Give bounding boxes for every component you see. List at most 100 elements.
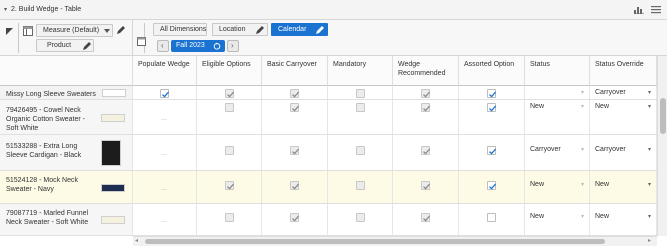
column-header[interactable]: Status (525, 56, 590, 86)
dropdown-arrow-icon[interactable]: ▾ (581, 89, 584, 96)
checkbox[interactable] (160, 89, 170, 98)
status-override-select[interactable]: Carryover (595, 146, 626, 153)
check-icon (292, 91, 300, 98)
column-header[interactable]: Mandatory (328, 56, 393, 86)
grid-cell: Carryover ▾ (590, 135, 657, 170)
grid-cell (328, 86, 393, 99)
product-label: Product (47, 42, 72, 49)
checkbox (224, 146, 234, 155)
vertical-scroll-thumb[interactable] (660, 98, 666, 134)
empty-value-dash: ... (161, 114, 167, 122)
checkbox (224, 103, 234, 112)
all-dimensions-tile[interactable]: All Dimensions (153, 23, 207, 36)
column-header-label: Wedge Recommended (398, 61, 446, 77)
dropdown-arrow-icon[interactable]: ▾ (581, 213, 584, 220)
check-icon (423, 105, 431, 112)
row-header-cell: 51524128 - Mock Neck Sweater - Navy (0, 171, 133, 203)
location-label: Location (219, 26, 246, 33)
location-dimension-tile[interactable]: Location (212, 23, 268, 36)
grid-cell (262, 100, 328, 134)
dropdown-arrow-icon[interactable]: ▾ (648, 146, 651, 153)
dropdown-arrow-icon[interactable]: ▾ (648, 103, 651, 110)
column-header-label: Mandatory (333, 61, 367, 68)
status-override-select[interactable]: Carryover (595, 89, 626, 96)
column-header[interactable]: Eligible Options (197, 56, 262, 86)
grid-cell (328, 100, 393, 134)
checkbox (421, 103, 431, 112)
period-selector[interactable]: Fall 2023 (171, 40, 225, 52)
grid-cell: New ▾ (525, 100, 590, 134)
horizontal-scroll-thumb[interactable] (145, 239, 605, 244)
edit-pencil-icon[interactable] (255, 25, 265, 35)
grid-cell (262, 204, 328, 235)
prev-period-button[interactable]: ‹ (157, 40, 169, 52)
dropdown-arrow-icon[interactable]: ▾ (581, 146, 584, 153)
grid-cell (197, 204, 262, 235)
bottom-left-spacer (0, 236, 133, 250)
status-override-select[interactable]: New (595, 213, 609, 220)
column-header[interactable]: Populate Wedge (133, 56, 197, 86)
chart-icon[interactable] (634, 5, 644, 14)
reset-icon[interactable] (213, 42, 221, 50)
checkbox (421, 89, 431, 98)
next-period-button[interactable]: › (227, 40, 239, 52)
grid-cell: New ▾ (590, 171, 657, 203)
check-icon (423, 148, 431, 155)
checkbox[interactable] (487, 146, 497, 155)
scroll-right-icon[interactable]: ▸ (648, 237, 651, 244)
grid-cell: New ▾ (590, 100, 657, 134)
grid-cell (197, 100, 262, 134)
row-label: 79426495 - Cowel Neck Organic Cotton Swe… (6, 107, 85, 132)
grid-cell (328, 204, 393, 235)
checkbox[interactable] (487, 89, 497, 98)
row-filter-dropdown[interactable] (102, 89, 126, 97)
grid-cell (459, 135, 525, 170)
empty-value-dash: ... (161, 217, 167, 224)
grid-cell (262, 86, 328, 99)
product-swatch (101, 216, 125, 224)
dropdown-arrow-icon[interactable]: ▾ (648, 213, 651, 220)
product-dimension-tile[interactable]: Product (36, 39, 94, 52)
dropdown-arrow-icon[interactable]: ▾ (581, 103, 584, 110)
table-icon[interactable] (23, 26, 33, 36)
checkbox (355, 213, 365, 222)
calendar-dimension-tile[interactable]: Calendar (271, 23, 328, 36)
row-expand-icon[interactable] (5, 27, 14, 36)
measure-dropdown[interactable]: Measure (Default) (36, 24, 113, 37)
checkbox[interactable] (487, 213, 496, 222)
dropdown-arrow-icon[interactable]: ▾ (648, 89, 651, 96)
column-header[interactable]: Assorted Option (459, 56, 525, 86)
status-override-select[interactable]: New (595, 181, 609, 188)
check-icon (162, 91, 170, 98)
toolbar-divider (18, 23, 19, 53)
edit-measure-pencil-icon[interactable] (116, 25, 126, 35)
dropdown-arrow-icon[interactable]: ▾ (581, 181, 584, 188)
column-header[interactable]: Status Override (590, 56, 657, 86)
edit-pencil-icon[interactable] (82, 41, 92, 51)
column-table-icon[interactable] (137, 37, 146, 46)
vertical-scrollbar[interactable] (657, 56, 667, 236)
column-header-label: Status (530, 61, 550, 68)
menu-icon[interactable] (651, 5, 661, 14)
empty-value-dash: ... (161, 184, 167, 192)
checkbox[interactable] (487, 103, 497, 112)
edit-pencil-icon[interactable] (315, 25, 325, 35)
window-title: 2. Build Wedge - Table (11, 6, 82, 13)
collapse-caret-icon[interactable]: ▾ (4, 6, 7, 13)
checkbox (224, 180, 234, 190)
scroll-left-icon[interactable]: ◂ (135, 237, 138, 244)
row-header-cell: 79087719 - Marled Funnel Neck Sweater - … (0, 204, 133, 235)
checkbox[interactable] (487, 180, 497, 190)
status-override-select[interactable]: New (595, 103, 609, 110)
checkbox (355, 146, 365, 155)
grid-cell (197, 135, 262, 170)
grid-cell (459, 204, 525, 235)
check-icon (292, 105, 300, 112)
grid-cell: New ▾ (525, 204, 590, 235)
grid-cell (393, 135, 459, 170)
dropdown-arrow-icon[interactable]: ▾ (648, 181, 651, 188)
horizontal-scrollbar[interactable]: ◂ ▸ (133, 236, 657, 246)
empty-value-dash: ... (161, 150, 167, 157)
column-header[interactable]: Wedge Recommended (393, 56, 459, 86)
column-header[interactable]: Basic Carryover (262, 56, 328, 86)
